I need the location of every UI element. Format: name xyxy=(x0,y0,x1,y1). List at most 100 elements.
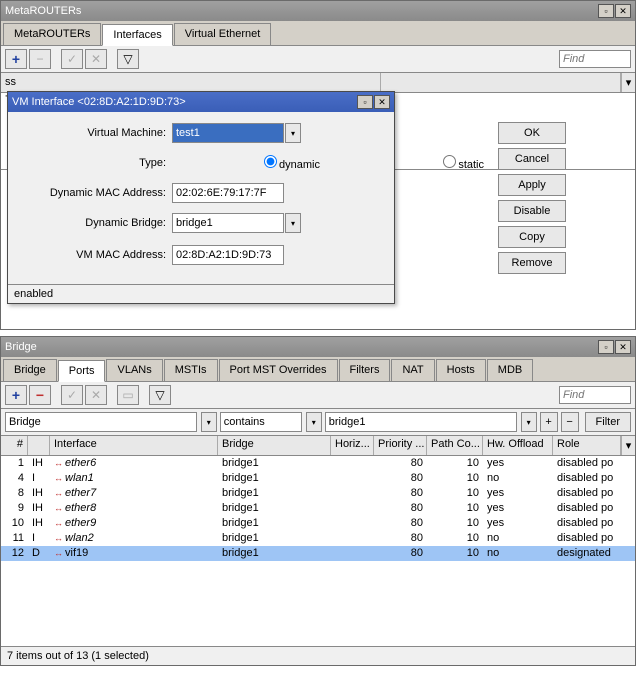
apply-button[interactable]: Apply xyxy=(498,174,566,196)
col-hwoffload[interactable]: Hw. Offload xyxy=(483,436,553,455)
bridge-toolbar: + − ✓ ✕ ▭ ▽ xyxy=(1,382,635,409)
bridge-tab-mdb[interactable]: MDB xyxy=(487,359,533,381)
interface-icon: ↔ xyxy=(54,456,63,471)
remove-button[interactable]: − xyxy=(29,49,51,69)
dynamic-mac-label: Dynamic MAC Address: xyxy=(18,187,172,199)
meta-grid-header: ss ▾ xyxy=(1,73,635,93)
bridge-title: Bridge xyxy=(5,341,37,353)
bridge-tab-port-mst-overrides[interactable]: Port MST Overrides xyxy=(219,359,338,381)
dynamic-bridge-dropdown[interactable]: ▾ xyxy=(285,213,301,233)
close-button[interactable]: ✕ xyxy=(615,4,631,18)
disable-button[interactable]: Disable xyxy=(498,200,566,222)
dynamic-bridge-input[interactable] xyxy=(172,213,284,233)
type-static-option[interactable]: static xyxy=(336,155,490,171)
table-row[interactable]: 4I↔wlan1bridge18010nodisabled po xyxy=(1,471,635,486)
col-bridge[interactable]: Bridge xyxy=(218,436,331,455)
col-priority[interactable]: Priority ... xyxy=(374,436,427,455)
bridge-add-button[interactable]: + xyxy=(5,385,27,405)
col-blank[interactable] xyxy=(381,73,621,92)
title-buttons: ▫ ✕ xyxy=(598,4,631,18)
table-row[interactable]: 11I↔wlan2bridge18010nodisabled po xyxy=(1,531,635,546)
dialog-title: VM Interface <02:8D:A2:1D:9D:73> xyxy=(12,96,186,108)
bridge-remove-button[interactable]: − xyxy=(29,385,51,405)
metarouters-toolbar: + − ✓ ✕ ▽ xyxy=(1,46,635,73)
col-pathcost[interactable]: Path Co... xyxy=(427,436,483,455)
table-row[interactable]: 8IH↔ether7bridge18010yesdisabled po xyxy=(1,486,635,501)
dynamic-bridge-label: Dynamic Bridge: xyxy=(18,217,172,229)
type-label: Type: xyxy=(18,157,172,169)
enable-button[interactable]: ✓ xyxy=(61,49,83,69)
virtual-machine-input[interactable] xyxy=(172,123,284,143)
bridge-find-input[interactable] xyxy=(559,386,631,404)
col-menu[interactable]: ▾ xyxy=(621,436,635,455)
type-dynamic-option[interactable]: dynamic xyxy=(172,155,326,171)
bridge-tab-hosts[interactable]: Hosts xyxy=(436,359,486,381)
col-interface[interactable]: Interface xyxy=(50,436,218,455)
bridge-minimize-button[interactable]: ▫ xyxy=(598,340,614,354)
bridge-tab-vlans[interactable]: VLANs xyxy=(106,359,162,381)
metarouters-title: MetaROUTERs xyxy=(5,5,81,17)
bridge-tabs: BridgePortsVLANsMSTIsPort MST OverridesF… xyxy=(1,357,635,382)
tab-metarouters[interactable]: MetaROUTERs xyxy=(3,23,101,45)
copy-button[interactable]: Copy xyxy=(498,226,566,248)
col-horizon[interactable]: Horiz... xyxy=(331,436,374,455)
filter-op-dropdown[interactable]: ▾ xyxy=(306,412,322,432)
disable-button[interactable]: ✕ xyxy=(85,49,107,69)
filter-op-input[interactable] xyxy=(220,412,302,432)
dialog-body: Virtual Machine: ▾ Type: dynamic static … xyxy=(8,112,394,284)
table-row[interactable]: 10IH↔ether9bridge18010yesdisabled po xyxy=(1,516,635,531)
bridge-tab-nat[interactable]: NAT xyxy=(391,359,434,381)
col-vm-mac[interactable]: ss xyxy=(1,73,381,92)
table-row[interactable]: 12D↔vif19bridge18010nodesignated xyxy=(1,546,635,561)
bridge-tab-mstis[interactable]: MSTIs xyxy=(164,359,218,381)
filter-value-dropdown[interactable]: ▾ xyxy=(521,412,537,432)
bridge-titlebar: Bridge ▫ ✕ xyxy=(1,337,635,357)
bridge-filter-bar: ▾ ▾ ▾ + − Filter xyxy=(1,409,635,436)
minimize-button[interactable]: ▫ xyxy=(598,4,614,18)
bridge-tab-bridge[interactable]: Bridge xyxy=(3,359,57,381)
bridge-window: Bridge ▫ ✕ BridgePortsVLANsMSTIsPort MST… xyxy=(0,336,636,666)
remove-button[interactable]: Remove xyxy=(498,252,566,274)
tab-interfaces[interactable]: Interfaces xyxy=(102,24,172,46)
type-dynamic-radio[interactable] xyxy=(264,155,277,168)
dynamic-mac-input[interactable] xyxy=(172,183,284,203)
col-role[interactable]: Role xyxy=(553,436,621,455)
virtual-machine-dropdown[interactable]: ▾ xyxy=(285,123,301,143)
bridge-tab-ports[interactable]: Ports xyxy=(58,360,106,382)
filter-button[interactable]: ▽ xyxy=(117,49,139,69)
col-flags[interactable] xyxy=(28,436,50,455)
col-num[interactable]: # xyxy=(1,436,28,455)
filter-add-button[interactable]: + xyxy=(540,412,558,432)
table-row[interactable]: 1IH↔ether6bridge18010yesdisabled po xyxy=(1,456,635,471)
tab-virtual-ethernet[interactable]: Virtual Ethernet xyxy=(174,23,272,45)
vm-mac-label: VM MAC Address: xyxy=(18,249,172,261)
dialog-close-button[interactable]: ✕ xyxy=(374,95,390,109)
filter-column-dropdown[interactable]: ▾ xyxy=(201,412,217,432)
interface-icon: ↔ xyxy=(54,546,63,561)
ok-button[interactable]: OK xyxy=(498,122,566,144)
virtual-machine-label: Virtual Machine: xyxy=(18,127,172,139)
filter-apply-button[interactable]: Filter xyxy=(585,412,631,432)
table-row[interactable]: 9IH↔ether8bridge18010yesdisabled po xyxy=(1,501,635,516)
type-radio-group: dynamic static xyxy=(172,155,490,171)
type-static-radio[interactable] xyxy=(443,155,456,168)
bridge-filter-toggle[interactable]: ▽ xyxy=(149,385,171,405)
cancel-button[interactable]: Cancel xyxy=(498,148,566,170)
bridge-tab-filters[interactable]: Filters xyxy=(339,359,391,381)
bridge-grid-body[interactable]: 1IH↔ether6bridge18010yesdisabled po4I↔wl… xyxy=(1,456,635,646)
dialog-button-column: OK Cancel Apply Disable Copy Remove xyxy=(498,122,566,274)
vm-mac-input[interactable] xyxy=(172,245,284,265)
dialog-minimize-button[interactable]: ▫ xyxy=(357,95,373,109)
bridge-enable-button[interactable]: ✓ xyxy=(61,385,83,405)
bridge-comment-button[interactable]: ▭ xyxy=(117,385,139,405)
bridge-close-button[interactable]: ✕ xyxy=(615,340,631,354)
metarouters-titlebar: MetaROUTERs ▫ ✕ xyxy=(1,1,635,21)
add-button[interactable]: + xyxy=(5,49,27,69)
bridge-disable-button[interactable]: ✕ xyxy=(85,385,107,405)
filter-value-input[interactable] xyxy=(325,412,517,432)
filter-column-input[interactable] xyxy=(5,412,197,432)
find-input[interactable] xyxy=(559,50,631,68)
filter-remove-button[interactable]: − xyxy=(561,412,579,432)
col-menu[interactable]: ▾ xyxy=(621,73,635,92)
interface-icon: ↔ xyxy=(54,471,63,486)
